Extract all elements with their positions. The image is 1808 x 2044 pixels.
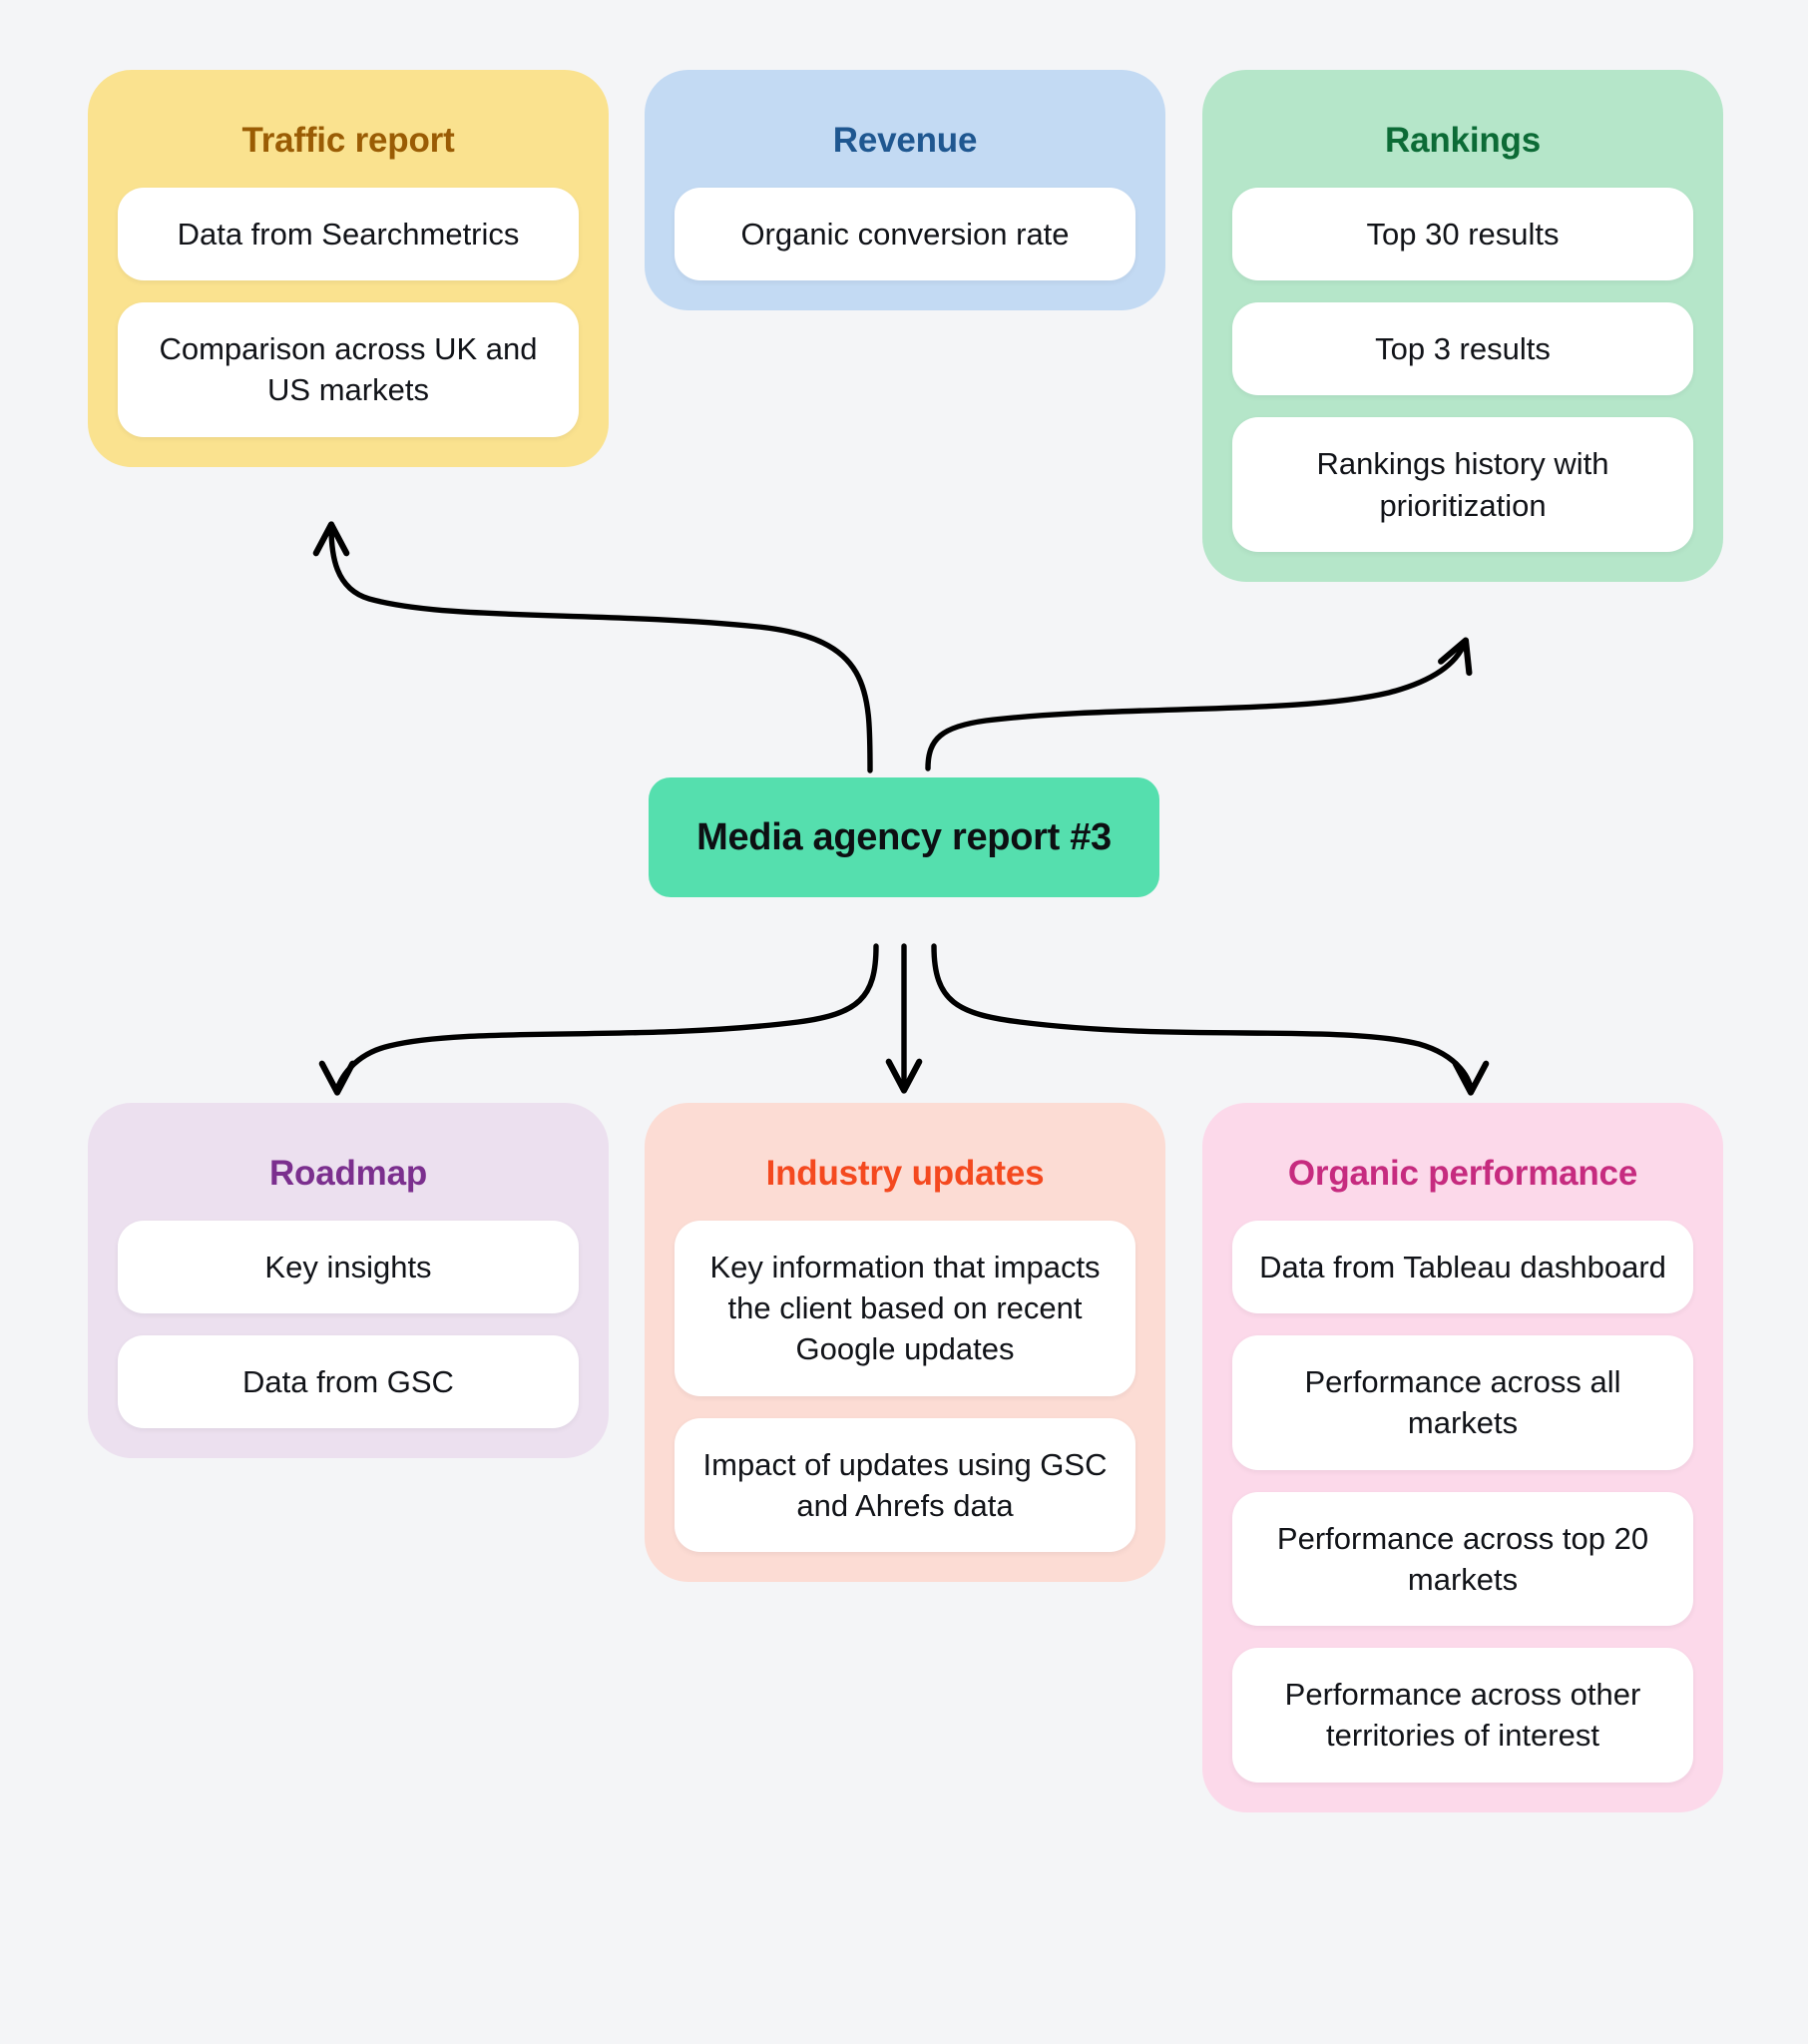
center-node-label: Media agency report #3 — [696, 815, 1112, 858]
list-item[interactable]: Rankings history with prioritization — [1232, 417, 1693, 552]
group-title-rankings: Rankings — [1385, 121, 1541, 160]
group-title-industry-updates: Industry updates — [765, 1154, 1045, 1193]
group-card-revenue[interactable]: Revenue Organic conversion rate — [645, 70, 1165, 311]
center-node-media-agency-report[interactable]: Media agency report #3 — [649, 777, 1159, 897]
group-title-organic-performance: Organic performance — [1287, 1154, 1638, 1193]
list-item[interactable]: Top 30 results — [1232, 188, 1693, 281]
connector-center-to-traffic — [312, 521, 873, 773]
list-item[interactable]: Performance across top 20 markets — [1232, 1491, 1693, 1627]
list-item[interactable]: Impact of updates using GSC and Ahrefs d… — [675, 1417, 1135, 1553]
list-item[interactable]: Data from GSC — [118, 1335, 579, 1429]
group-card-industry-updates[interactable]: Industry updates Key information that im… — [645, 1103, 1165, 1583]
list-item[interactable]: Performance across all markets — [1232, 1335, 1693, 1470]
group-card-organic-performance[interactable]: Organic performance Data from Tableau da… — [1202, 1103, 1723, 1812]
connector-center-to-organic — [931, 943, 1490, 1096]
mindmap-canvas: Traffic report Data from Searchmetrics C… — [0, 0, 1808, 2044]
group-card-traffic-report[interactable]: Traffic report Data from Searchmetrics C… — [88, 70, 609, 467]
group-title-revenue: Revenue — [832, 121, 978, 160]
list-item[interactable]: Top 3 results — [1232, 302, 1693, 396]
list-item[interactable]: Data from Tableau dashboard — [1232, 1221, 1693, 1314]
list-item[interactable]: Organic conversion rate — [675, 188, 1135, 281]
list-item[interactable]: Data from Searchmetrics — [118, 188, 579, 281]
group-card-rankings[interactable]: Rankings Top 30 results Top 3 results Ra… — [1202, 70, 1723, 582]
connector-center-to-rankings — [925, 637, 1473, 771]
list-item[interactable]: Performance across other territories of … — [1232, 1648, 1693, 1783]
group-title-roadmap: Roadmap — [268, 1154, 428, 1193]
group-title-traffic-report: Traffic report — [241, 121, 455, 160]
connector-center-to-roadmap — [318, 943, 879, 1096]
group-card-roadmap[interactable]: Roadmap Key insights Data from GSC — [88, 1103, 609, 1459]
list-item[interactable]: Comparison across UK and US markets — [118, 302, 579, 437]
list-item[interactable]: Key insights — [118, 1221, 579, 1314]
list-item[interactable]: Key information that impacts the client … — [675, 1221, 1135, 1396]
